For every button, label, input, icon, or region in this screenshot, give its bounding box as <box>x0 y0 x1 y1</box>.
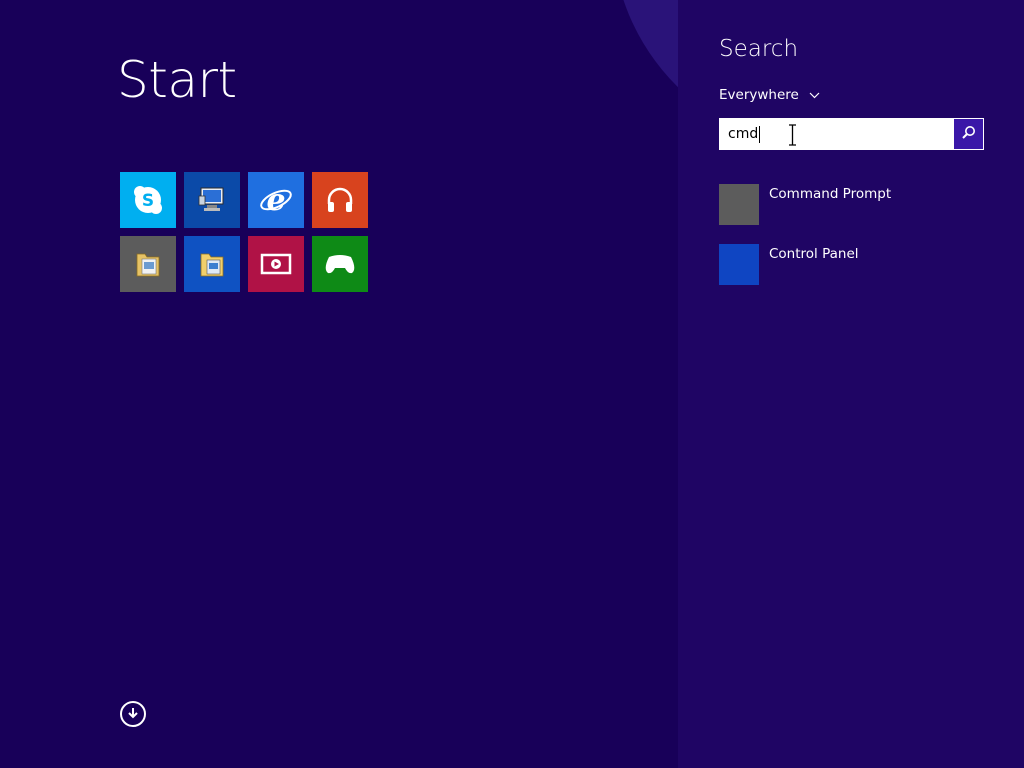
video-icon <box>260 251 292 277</box>
search-scope-label: Everywhere <box>719 87 799 103</box>
svg-text:S: S <box>142 191 154 211</box>
folder-icon <box>197 248 227 280</box>
ibeam-cursor-icon <box>788 124 797 150</box>
svg-text:e: e <box>266 183 285 217</box>
skype-icon: S <box>131 183 165 217</box>
arrow-down-icon <box>126 705 140 724</box>
tile-desktop[interactable] <box>184 172 240 228</box>
search-scope-dropdown[interactable]: Everywhere <box>719 86 820 104</box>
search-pane: Search Everywhere cmd Command Prompt Con… <box>678 0 1024 768</box>
search-result-control-panel[interactable]: Control Panel <box>719 244 979 286</box>
search-result-command-prompt[interactable]: Command Prompt <box>719 184 979 226</box>
tile-file-explorer[interactable] <box>184 236 240 292</box>
command-prompt-app-icon <box>719 184 759 225</box>
start-screen: Start S e Search Everywhere cmd Command … <box>0 0 1024 768</box>
tile-video[interactable] <box>248 236 304 292</box>
control-panel-app-icon <box>719 244 759 285</box>
search-input[interactable] <box>719 118 953 150</box>
search-box <box>719 118 984 150</box>
tile-internet-explorer[interactable]: e <box>248 172 304 228</box>
tile-file-manager[interactable] <box>120 236 176 292</box>
tile-games[interactable] <box>312 236 368 292</box>
tile-skype[interactable]: S <box>120 172 176 228</box>
all-apps-button[interactable] <box>120 701 146 727</box>
start-title: Start <box>117 51 237 109</box>
search-result-label: Command Prompt <box>769 186 892 202</box>
search-icon <box>961 125 976 144</box>
search-result-label: Control Panel <box>769 246 859 262</box>
headphones-icon <box>324 184 356 216</box>
search-button[interactable] <box>953 118 984 150</box>
text-caret <box>759 126 760 143</box>
chevron-down-icon <box>809 86 820 104</box>
folder-icon <box>133 248 163 280</box>
tile-music[interactable] <box>312 172 368 228</box>
search-title: Search <box>719 36 799 62</box>
desktop-icon <box>195 185 229 215</box>
game-controller-icon <box>323 251 357 277</box>
internet-explorer-icon: e <box>259 183 293 217</box>
